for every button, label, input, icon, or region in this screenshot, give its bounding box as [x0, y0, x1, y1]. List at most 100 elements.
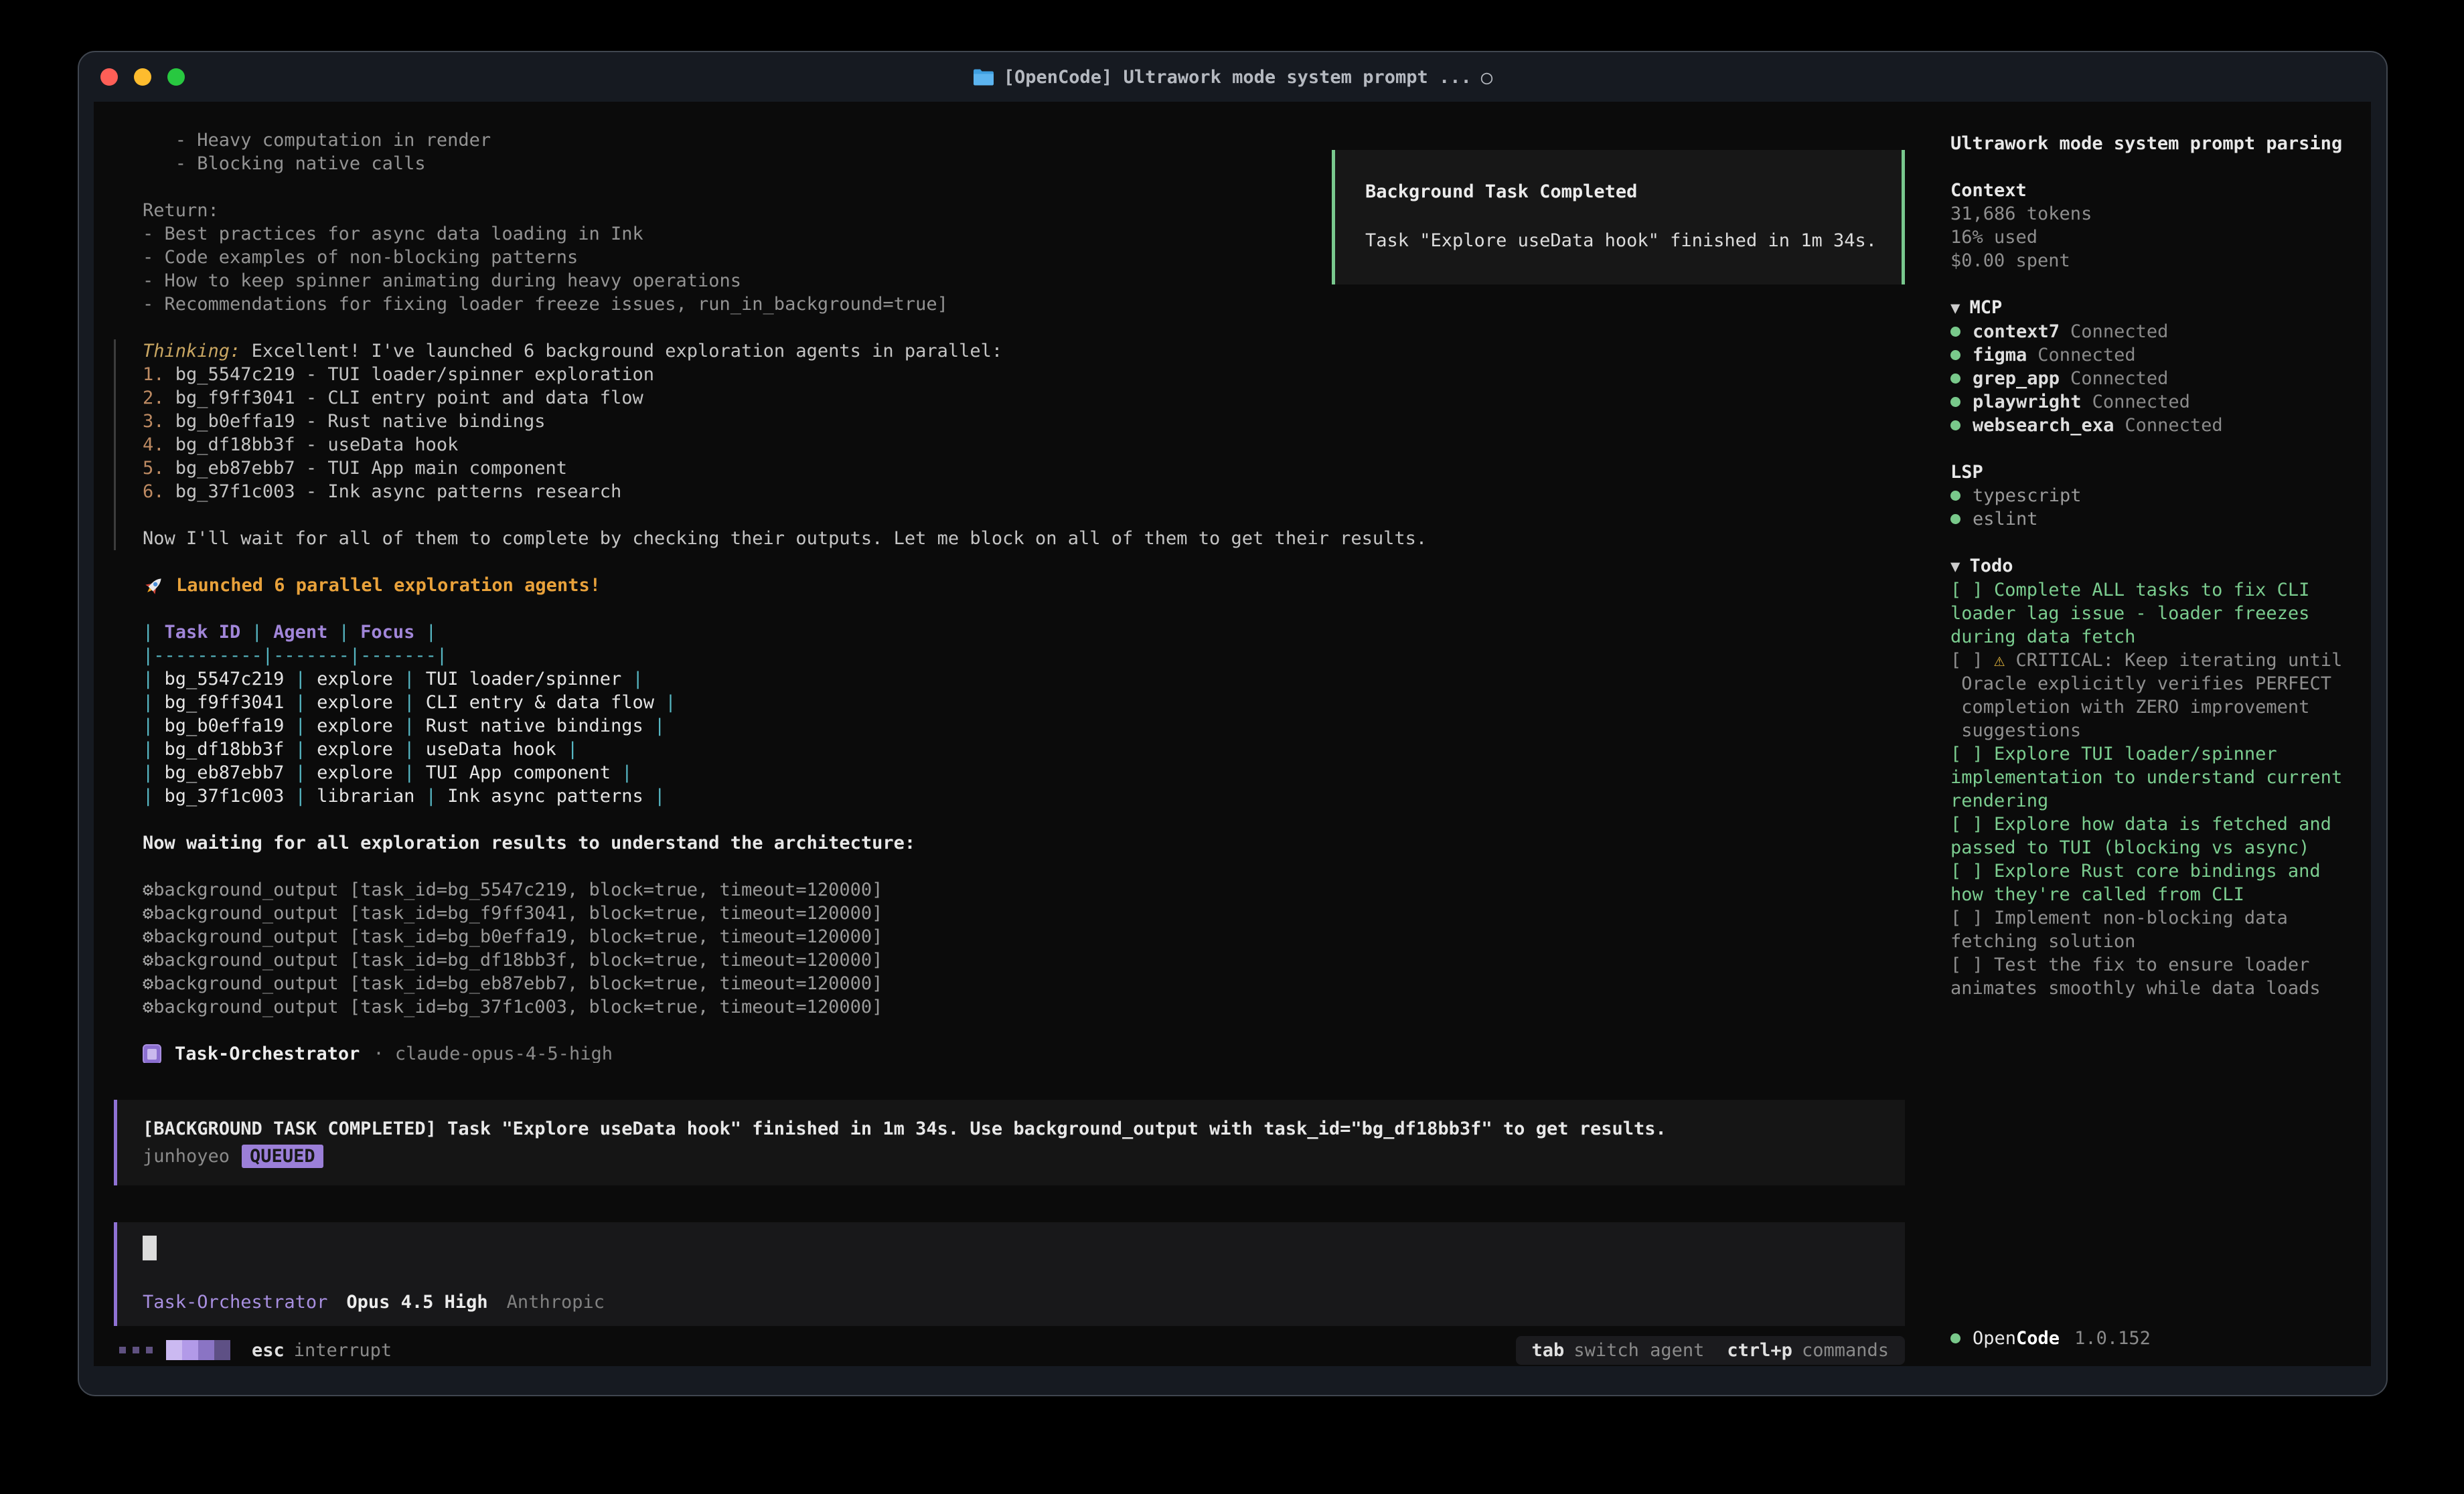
- green-status-dot-icon: [1950, 491, 1960, 501]
- todo-list: [ ] Complete ALL tasks to fix CLI loader…: [1950, 578, 2364, 1000]
- table-row: | bg_df18bb3f | explore | useData hook |: [143, 738, 1916, 761]
- green-status-dot-icon: [1950, 327, 1960, 337]
- tool-call-line: ⚙background_output [task_id=bg_5547c219,…: [114, 878, 1916, 902]
- gear-icon: ⚙: [143, 973, 153, 994]
- agent-selector[interactable]: Task-Orchestrator Opus 4.5 High Anthropi…: [143, 1291, 1885, 1314]
- tool-call-list: ⚙background_output [task_id=bg_5547c219,…: [114, 878, 1916, 1019]
- mcp-item: figmaConnected: [1950, 343, 2364, 367]
- chevron-down-icon: ▼: [1950, 557, 1960, 576]
- sidebar: Ultrawork mode system prompt parsing Con…: [1937, 102, 2371, 1366]
- table-separator-row: |----------|-------|-------|: [143, 644, 1916, 667]
- title-status-circle-icon: ○: [1481, 66, 1492, 89]
- thinking-intro: Thinking: Excellent! I've launched 6 bac…: [143, 339, 1916, 363]
- orchestrator-model: · claude-opus-4-5-high: [373, 1042, 613, 1063]
- keybind-hints: tab switch agent ctrl+p commands: [1516, 1336, 1905, 1365]
- brand: OpenCode: [1973, 1327, 2060, 1350]
- toast-body: Task "Explore useData hook" finished in …: [1365, 229, 1875, 252]
- todo-item: [ ] Explore Rust core bindings and how t…: [1950, 859, 2364, 906]
- context-section: Context 31,686 tokens16% used$0.00 spent: [1950, 179, 2364, 272]
- session-title: Ultrawork mode system prompt parsing: [1950, 132, 2364, 155]
- tool-call-line: ⚙background_output [task_id=bg_f9ff3041,…: [114, 902, 1916, 925]
- tool-call-line: ⚙background_output [task_id=bg_b0effa19,…: [114, 925, 1916, 948]
- green-status-dot-icon: [1950, 420, 1960, 430]
- green-status-dot-icon: [1950, 350, 1960, 360]
- gear-icon: ⚙: [143, 997, 153, 1017]
- agent-list-item: 5. bg_eb87ebb7 - TUI App main component: [143, 456, 1916, 480]
- table-row: | bg_37f1c003 | librarian | Ink async pa…: [143, 784, 1916, 808]
- waiting-line: Now waiting for all exploration results …: [114, 831, 1916, 855]
- input-provider-name: Anthropic: [507, 1291, 605, 1314]
- context-stat-line: 31,686 tokens: [1950, 202, 2364, 226]
- content-panel: - Heavy computation in render - Blocking…: [94, 102, 2371, 1366]
- green-status-dot-icon: [1950, 397, 1960, 407]
- todo-item: [ ] Test the fix to ensure loader animat…: [1950, 953, 2364, 1000]
- opencode-terminal-window: [OpenCode] Ultrawork mode system prompt …: [78, 51, 2388, 1396]
- context-stat-line: $0.00 spent: [1950, 249, 2364, 272]
- background-task-completed-message: [BACKGROUND TASK COMPLETED] Task "Explor…: [114, 1100, 1905, 1185]
- mcp-list: context7ConnectedfigmaConnectedgrep_appC…: [1950, 320, 2364, 437]
- tab-key: tab: [1532, 1339, 1565, 1362]
- todo-item: [ ] Explore how data is fetched and pass…: [1950, 813, 2364, 859]
- tool-call-line: ⚙background_output [task_id=bg_df18bb3f,…: [114, 948, 1916, 972]
- launch-announcement: Launched 6 parallel exploration agents!: [114, 574, 1916, 597]
- traffic-lights: [100, 52, 185, 102]
- esc-key: esc: [252, 1339, 285, 1362]
- todo-heading[interactable]: ▼Todo: [1950, 554, 2364, 578]
- context-stats: 31,686 tokens16% used$0.00 spent: [1950, 202, 2364, 272]
- folder-icon: [973, 68, 994, 86]
- input-agent-name: Task-Orchestrator: [143, 1291, 327, 1314]
- todo-item: [ ] Implement non-blocking data fetching…: [1950, 906, 2364, 953]
- window-title-text: [OpenCode] Ultrawork mode system prompt …: [1004, 66, 1472, 89]
- context-heading: Context: [1950, 179, 2364, 202]
- ctrlp-key: ctrl+p: [1727, 1339, 1792, 1362]
- agent-list-item: 3. bg_b0effa19 - Rust native bindings: [143, 410, 1916, 433]
- todo-item: [ ] Explore TUI loader/spinner implement…: [1950, 742, 2364, 813]
- thinking-outro: Now I'll wait for all of them to complet…: [143, 527, 1916, 550]
- green-status-dot-icon: [1950, 514, 1960, 524]
- mcp-item: websearch_exaConnected: [1950, 414, 2364, 437]
- warning-icon: ⚠: [1994, 650, 2016, 671]
- app-version: 1.0.152: [2074, 1327, 2151, 1350]
- busy-spinner: [114, 1340, 230, 1360]
- tool-call-line: ⚙background_output [task_id=bg_37f1c003,…: [114, 995, 1916, 1019]
- input-model-name: Opus 4.5 High: [346, 1291, 487, 1314]
- prompt-input[interactable]: Task-Orchestrator Opus 4.5 High Anthropi…: [114, 1222, 1905, 1326]
- table-row: | bg_5547c219 | explore | TUI loader/spi…: [143, 667, 1916, 691]
- mcp-section: ▼MCP context7ConnectedfigmaConnectedgrep…: [1950, 296, 2364, 437]
- agents-table: | Task ID | Agent | Focus ||----------|-…: [114, 620, 1916, 808]
- text-cursor: [143, 1236, 157, 1260]
- online-status-dot: [1950, 1333, 1960, 1343]
- thinking-block: Thinking: Excellent! I've launched 6 bac…: [114, 339, 1916, 550]
- agent-avatar-icon: [143, 1044, 161, 1064]
- context-stat-line: 16% used: [1950, 226, 2364, 249]
- todo-section: ▼Todo [ ] Complete ALL tasks to fix CLI …: [1950, 554, 2364, 1000]
- mcp-item: context7Connected: [1950, 320, 2364, 343]
- tool-call-line: ⚙background_output [task_id=bg_eb87ebb7,…: [114, 972, 1916, 995]
- gear-icon: ⚙: [143, 950, 153, 971]
- esc-hint: esc interrupt: [252, 1339, 392, 1362]
- gear-icon: ⚙: [143, 926, 153, 947]
- tool-result-line: - Recommendations for fixing loader free…: [143, 293, 1916, 316]
- close-button[interactable]: [100, 68, 118, 86]
- agent-list-item: 1. bg_5547c219 - TUI loader/spinner expl…: [143, 363, 1916, 386]
- mcp-heading[interactable]: ▼MCP: [1950, 296, 2364, 320]
- table-row: | bg_eb87ebb7 | explore | TUI App compon…: [143, 761, 1916, 784]
- title-bar: [OpenCode] Ultrawork mode system prompt …: [79, 52, 2386, 102]
- mcp-item: grep_appConnected: [1950, 367, 2364, 390]
- table-row: | bg_f9ff3041 | explore | CLI entry & da…: [143, 691, 1916, 714]
- rocket-icon: [143, 574, 165, 597]
- lsp-list: typescripteslint: [1950, 484, 2364, 531]
- background-task-toast[interactable]: Background Task Completed Task "Explore …: [1332, 150, 1905, 284]
- minimize-button[interactable]: [134, 68, 151, 86]
- queued-badge: QUEUED: [242, 1145, 323, 1168]
- lsp-item: typescript: [1950, 484, 2364, 507]
- app-version-footer: OpenCode 1.0.152: [1950, 1327, 2364, 1350]
- lsp-heading: LSP: [1950, 461, 2364, 484]
- thinking-label: Thinking:: [143, 341, 240, 361]
- agent-list: 1. bg_5547c219 - TUI loader/spinner expl…: [143, 363, 1916, 503]
- zoom-button[interactable]: [167, 68, 185, 86]
- chevron-down-icon: ▼: [1950, 299, 1960, 317]
- gear-icon: ⚙: [143, 903, 153, 924]
- tool-result-line: - Heavy computation in render: [143, 129, 1916, 152]
- green-status-dot-icon: [1950, 374, 1960, 384]
